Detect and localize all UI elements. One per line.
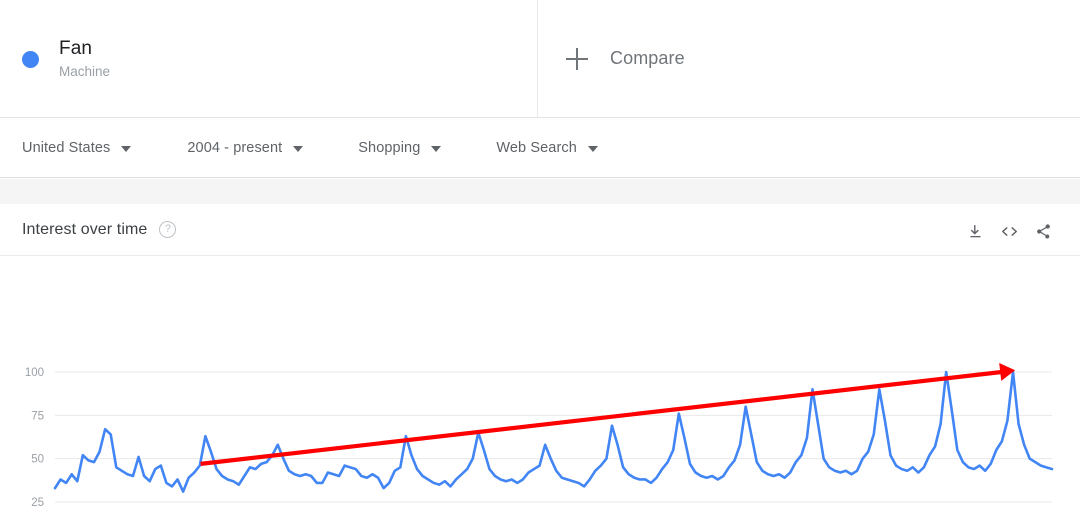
filter-location[interactable]: United States	[22, 139, 132, 156]
section-separator	[0, 179, 1080, 204]
filter-category[interactable]: Shopping	[358, 139, 442, 156]
interest-over-time-card: Interest over time ? 25 50 75 100	[0, 204, 1080, 512]
filter-search-type[interactable]: Web Search	[496, 140, 598, 156]
search-term-text: Fan Machine	[59, 36, 110, 82]
series-color-dot	[22, 51, 39, 68]
chart-actions	[958, 216, 1060, 246]
filter-time-range-label: 2004 - present	[187, 139, 283, 156]
plus-icon	[566, 47, 588, 70]
y-axis-tick-label: 100	[25, 367, 44, 379]
filter-search-type-label: Web Search	[496, 139, 577, 156]
google-trends-page: Fan Machine Compare United States 2004 -…	[0, 0, 1080, 512]
search-term-subtitle: Machine	[59, 63, 111, 79]
search-term-card[interactable]: Fan Machine	[0, 0, 538, 117]
trend-arrow-line	[200, 369, 1008, 466]
share-icon[interactable]	[1026, 216, 1060, 246]
chevron-down-icon	[587, 145, 598, 152]
chart-header: Interest over time ?	[0, 204, 1080, 256]
y-axis-tick-label: 75	[31, 410, 44, 422]
y-axis-tick-label: 50	[31, 454, 44, 466]
y-axis-tick-label: 25	[31, 497, 44, 509]
filter-location-label: United States	[22, 139, 111, 156]
filter-bar: United States 2004 - present Shopping We…	[0, 118, 1080, 178]
add-compare-button[interactable]: Compare	[566, 47, 685, 70]
chevron-down-icon	[121, 145, 132, 152]
search-term-title: Fan	[59, 37, 93, 59]
chart-svg: 255075100NoteNoteJan 1, 2004Jun 1, 2009N…	[25, 363, 1054, 509]
compare-label: Compare	[610, 48, 685, 68]
download-icon[interactable]	[958, 216, 992, 246]
chevron-down-icon	[431, 145, 442, 152]
chart-title: Interest over time	[22, 220, 148, 238]
interest-over-time-chart: 255075100NoteNoteJan 1, 2004Jun 1, 2009N…	[0, 256, 1080, 512]
filter-category-label: Shopping	[358, 139, 421, 156]
search-term-bar: Fan Machine Compare	[0, 0, 1080, 118]
chevron-down-icon	[293, 145, 304, 152]
embed-icon[interactable]	[992, 216, 1026, 246]
help-icon[interactable]: ?	[159, 221, 177, 238]
filter-time-range[interactable]: 2004 - present	[187, 139, 304, 156]
data-series-line	[53, 370, 1054, 493]
compare-card: Compare	[538, 0, 1080, 117]
